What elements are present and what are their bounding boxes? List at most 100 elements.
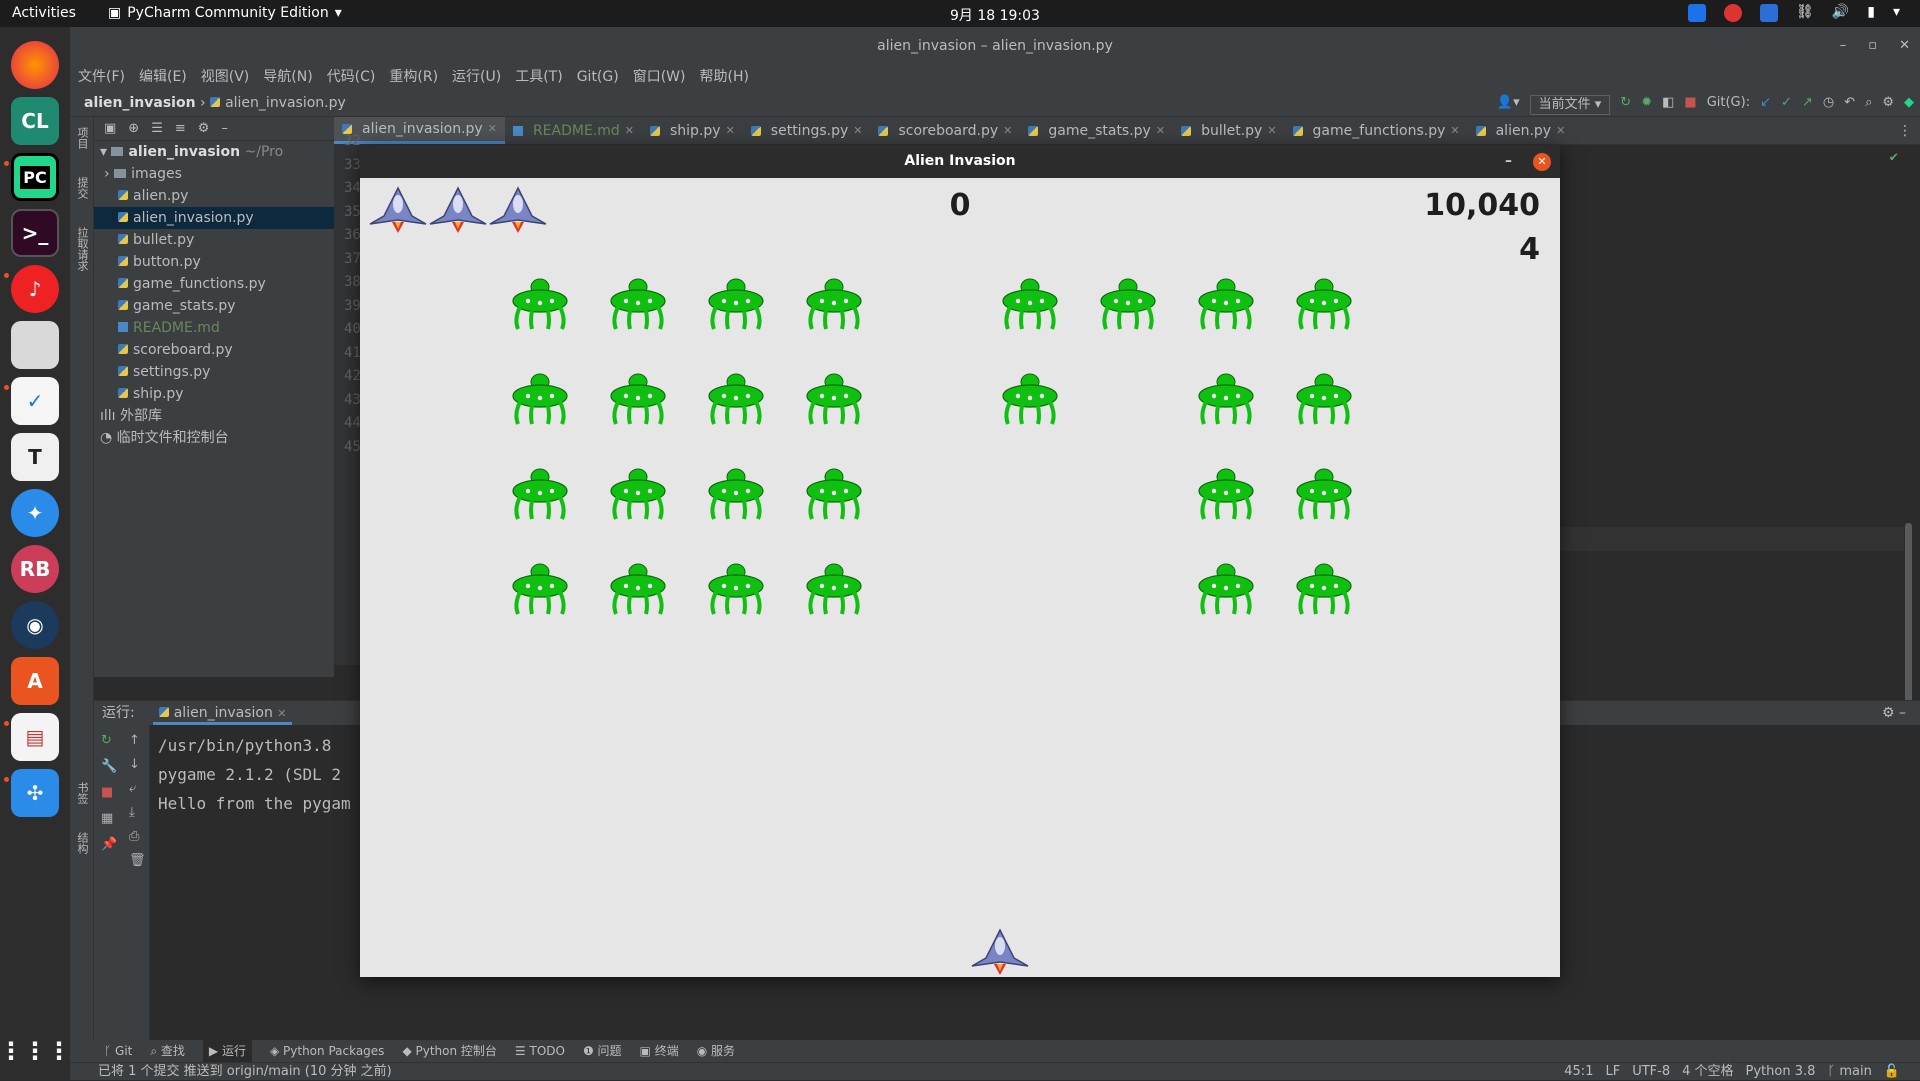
locate-icon[interactable]: ⊕ — [128, 117, 139, 140]
run-config-select[interactable]: 当前文件 ▾ — [1529, 95, 1611, 115]
structure-tool-tab[interactable]: 结构 — [74, 832, 90, 854]
software-center-icon[interactable]: A — [11, 657, 59, 705]
firefox-icon[interactable] — [11, 41, 59, 89]
arrow-up-icon[interactable]: ↑ — [129, 733, 140, 748]
close-icon[interactable]: ✕ — [1899, 27, 1910, 65]
tab-game-stats[interactable]: game_stats.py ✕ — [1020, 117, 1173, 144]
file-encoding[interactable]: UTF-8 — [1632, 1063, 1670, 1081]
tree-item-button[interactable]: button.py — [94, 251, 334, 273]
pycharm-icon[interactable]: PC — [11, 153, 59, 201]
tree-item-bullet[interactable]: bullet.py — [94, 229, 334, 251]
tab-scoreboard[interactable]: scoreboard.py ✕ — [870, 117, 1020, 144]
git-update-icon[interactable]: ↙ — [1760, 89, 1771, 117]
menu-file[interactable]: 文件(F) — [78, 65, 125, 89]
menu-tools[interactable]: 工具(T) — [515, 65, 562, 89]
tree-item-alien-invasion[interactable]: alien_invasion.py — [94, 207, 334, 229]
arrow-down-icon[interactable]: ↓ — [129, 757, 140, 772]
rerun-icon[interactable]: ↻ — [101, 733, 112, 748]
close-icon[interactable]: ✕ — [853, 117, 862, 145]
clock[interactable]: 9月 18 19:03 — [950, 5, 1040, 25]
lock-icon[interactable]: 🔓 — [1884, 1063, 1900, 1081]
rollback-icon[interactable]: ↶ — [1844, 89, 1855, 117]
input-method-icon[interactable] — [1760, 4, 1779, 22]
indent-setting[interactable]: 4 个空格 — [1682, 1063, 1733, 1081]
git-commit-icon[interactable]: ✓ — [1781, 89, 1792, 117]
hide-icon[interactable]: – — [221, 117, 228, 140]
search-icon[interactable]: ⌕ — [1865, 89, 1872, 117]
no-problems-check-icon[interactable]: ✔ — [1890, 149, 1898, 165]
netease-music-icon[interactable]: ♪ — [11, 265, 59, 313]
breadcrumb-file[interactable]: alien_invasion.py — [225, 95, 346, 111]
terminal-icon[interactable]: >_ — [11, 209, 59, 257]
close-icon[interactable]: ✕ — [1156, 117, 1165, 145]
menu-edit[interactable]: 编辑(E) — [139, 65, 187, 89]
minimize-icon[interactable]: – — [1505, 145, 1512, 178]
editor-scrollbar[interactable] — [1905, 523, 1912, 703]
pin-icon[interactable]: 📌 — [101, 837, 117, 852]
files-icon[interactable] — [11, 321, 59, 369]
tray-app-icon[interactable] — [1688, 4, 1707, 22]
commit-tool-tab[interactable]: 提交 — [74, 177, 90, 199]
project-tool-tab[interactable]: 项目 — [74, 127, 90, 149]
scroll-to-end-icon[interactable]: ⤓ — [129, 805, 135, 820]
close-icon[interactable]: ✕ — [1533, 153, 1551, 171]
tool-run[interactable]: ▶ 运行 — [202, 1040, 252, 1062]
close-icon[interactable]: ✕ — [488, 115, 497, 143]
collapse-all-icon[interactable]: ≡ — [175, 117, 186, 140]
tool-git[interactable]: ᚴ Git — [104, 1040, 132, 1062]
trash-icon[interactable]: 🗑 — [129, 853, 146, 868]
pycharm-logo-icon[interactable]: ◆ — [1904, 89, 1914, 117]
rubymine-icon[interactable]: RB — [11, 545, 59, 593]
hide-icon[interactable]: – — [1899, 705, 1906, 721]
git-branch[interactable]: ᚴ main — [1827, 1063, 1871, 1081]
rerun-icon[interactable]: ↻ — [1620, 89, 1631, 117]
debug-icon[interactable]: ✹ — [1641, 89, 1652, 117]
coverage-icon[interactable]: ◧ — [1662, 89, 1674, 117]
activities-button[interactable]: Activities — [12, 5, 76, 21]
soft-wrap-icon[interactable]: ⤶ — [129, 781, 136, 796]
stop-icon[interactable]: ■ — [101, 785, 113, 800]
gear-icon[interactable]: ⚙ — [1882, 705, 1895, 721]
netease-music-icon[interactable] — [1724, 4, 1743, 22]
tool-terminal[interactable]: ▣ 终端 — [640, 1040, 679, 1062]
history-icon[interactable]: ◷ — [1823, 89, 1834, 117]
python-interpreter[interactable]: Python 3.8 — [1746, 1063, 1816, 1081]
panel-icon[interactable]: ▣ — [104, 117, 116, 140]
console-output[interactable]: /usr/bin/python3.8 pygame 2.1.2 (SDL 2 H… — [158, 731, 351, 818]
close-icon[interactable]: ✕ — [1003, 117, 1012, 145]
close-icon[interactable]: ✕ — [1556, 117, 1565, 145]
tree-item-alien[interactable]: alien.py — [94, 185, 334, 207]
tool-services[interactable]: ◉ 服务 — [697, 1040, 735, 1062]
close-icon[interactable]: ✕ — [277, 707, 286, 720]
game-field[interactable]: 0 10,040 4 — [360, 178, 1560, 977]
network-icon[interactable]: ⛓ — [1796, 4, 1814, 22]
menu-git[interactable]: Git(G) — [577, 65, 619, 89]
tab-settings[interactable]: settings.py ✕ — [743, 117, 871, 144]
tree-item-external-libs[interactable]: ıllı 外部库 — [94, 405, 334, 427]
tree-item-ship[interactable]: ship.py — [94, 383, 334, 405]
tree-item-images[interactable]: › images — [94, 163, 334, 185]
share-app-icon[interactable]: ✦ — [11, 489, 59, 537]
print-icon[interactable]: ⎙ — [129, 829, 139, 844]
menu-code[interactable]: 代码(C) — [327, 65, 376, 89]
maximize-icon[interactable]: ▫ — [1868, 27, 1877, 65]
close-icon[interactable]: ✕ — [625, 117, 634, 145]
tool-find[interactable]: ⌕ 查找 — [150, 1040, 185, 1062]
tree-item-scratches[interactable]: ◔ 临时文件和控制台 — [94, 427, 334, 449]
clion-icon[interactable]: CL — [11, 97, 59, 145]
cursor-position[interactable]: 45:1 — [1564, 1063, 1593, 1081]
game-window[interactable]: Alien Invasion – ✕ 0 10,040 4 — [360, 145, 1560, 977]
pull-requests-tool-tab[interactable]: 拉取请求 — [74, 227, 90, 271]
battery-icon[interactable]: ▮ — [1867, 4, 1875, 22]
git-push-icon[interactable]: ↗ — [1802, 89, 1813, 117]
breadcrumb-project[interactable]: alien_invasion — [84, 95, 196, 111]
tab-bullet[interactable]: bullet.py ✕ — [1173, 117, 1284, 144]
minimize-icon[interactable]: – — [1840, 27, 1847, 65]
mail-app-icon[interactable]: ✓ — [11, 377, 59, 425]
tool-python-console[interactable]: ◆ Python 控制台 — [402, 1040, 496, 1062]
menu-help[interactable]: 帮助(H) — [699, 65, 748, 89]
show-apps-icon[interactable]: ⋮⋮⋮ — [0, 1027, 71, 1075]
tab-ship[interactable]: ship.py ✕ — [642, 117, 743, 144]
tree-item-game-stats[interactable]: game_stats.py — [94, 295, 334, 317]
menu-refactor[interactable]: 重构(R) — [389, 65, 438, 89]
